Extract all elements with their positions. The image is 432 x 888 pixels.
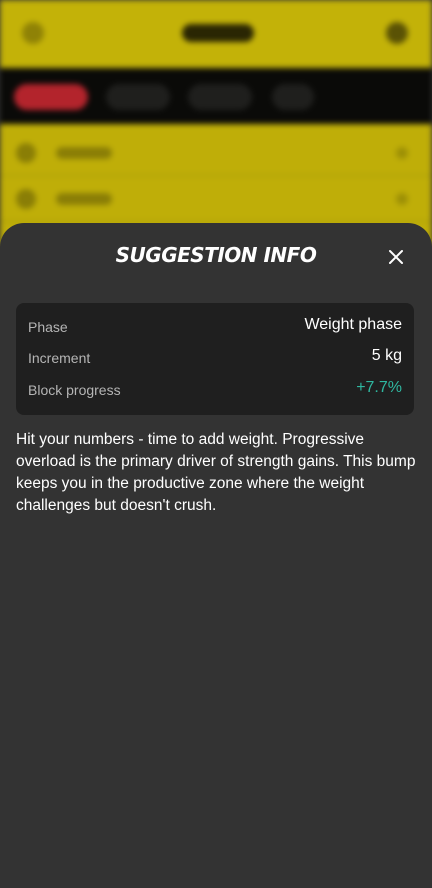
close-icon <box>389 250 403 264</box>
suggestion-info-sheet: SUGGESTION INFO Phase Weight phase Incre… <box>0 223 432 888</box>
progress-value: +7.7% <box>356 379 402 396</box>
background-row-text <box>56 193 112 205</box>
info-label: Block progress <box>28 382 121 398</box>
background-app <box>0 0 432 260</box>
suggestion-description: Hit your numbers - time to add weight. P… <box>16 431 416 514</box>
background-logo <box>182 24 254 42</box>
info-value: 5 kg <box>371 347 402 364</box>
app-root: SUGGESTION INFO Phase Weight phase Incre… <box>0 0 432 888</box>
background-row-chevron <box>396 147 408 159</box>
background-row-icon <box>16 143 36 163</box>
info-label: Increment <box>28 350 91 366</box>
background-tab-active <box>14 84 88 110</box>
info-row-phase: Phase Weight phase <box>28 315 402 339</box>
info-card: Phase Weight phase Increment 5 kg Block … <box>16 303 414 415</box>
info-value: Weight phase <box>304 316 402 333</box>
background-row-chevron <box>396 193 408 205</box>
background-menu-icon <box>22 22 44 44</box>
background-tab <box>106 84 170 110</box>
close-button[interactable] <box>382 243 410 271</box>
sheet-title: SUGGESTION INFO <box>115 243 317 267</box>
info-label: Phase <box>28 319 68 335</box>
info-row-increment: Increment 5 kg <box>28 346 402 370</box>
background-row-text <box>56 147 112 159</box>
background-row-icon <box>16 189 36 209</box>
background-action-icon <box>386 22 408 44</box>
info-row-block-progress: Block progress +7.7% <box>28 378 402 402</box>
background-tab <box>188 84 252 110</box>
background-tab <box>272 84 314 110</box>
